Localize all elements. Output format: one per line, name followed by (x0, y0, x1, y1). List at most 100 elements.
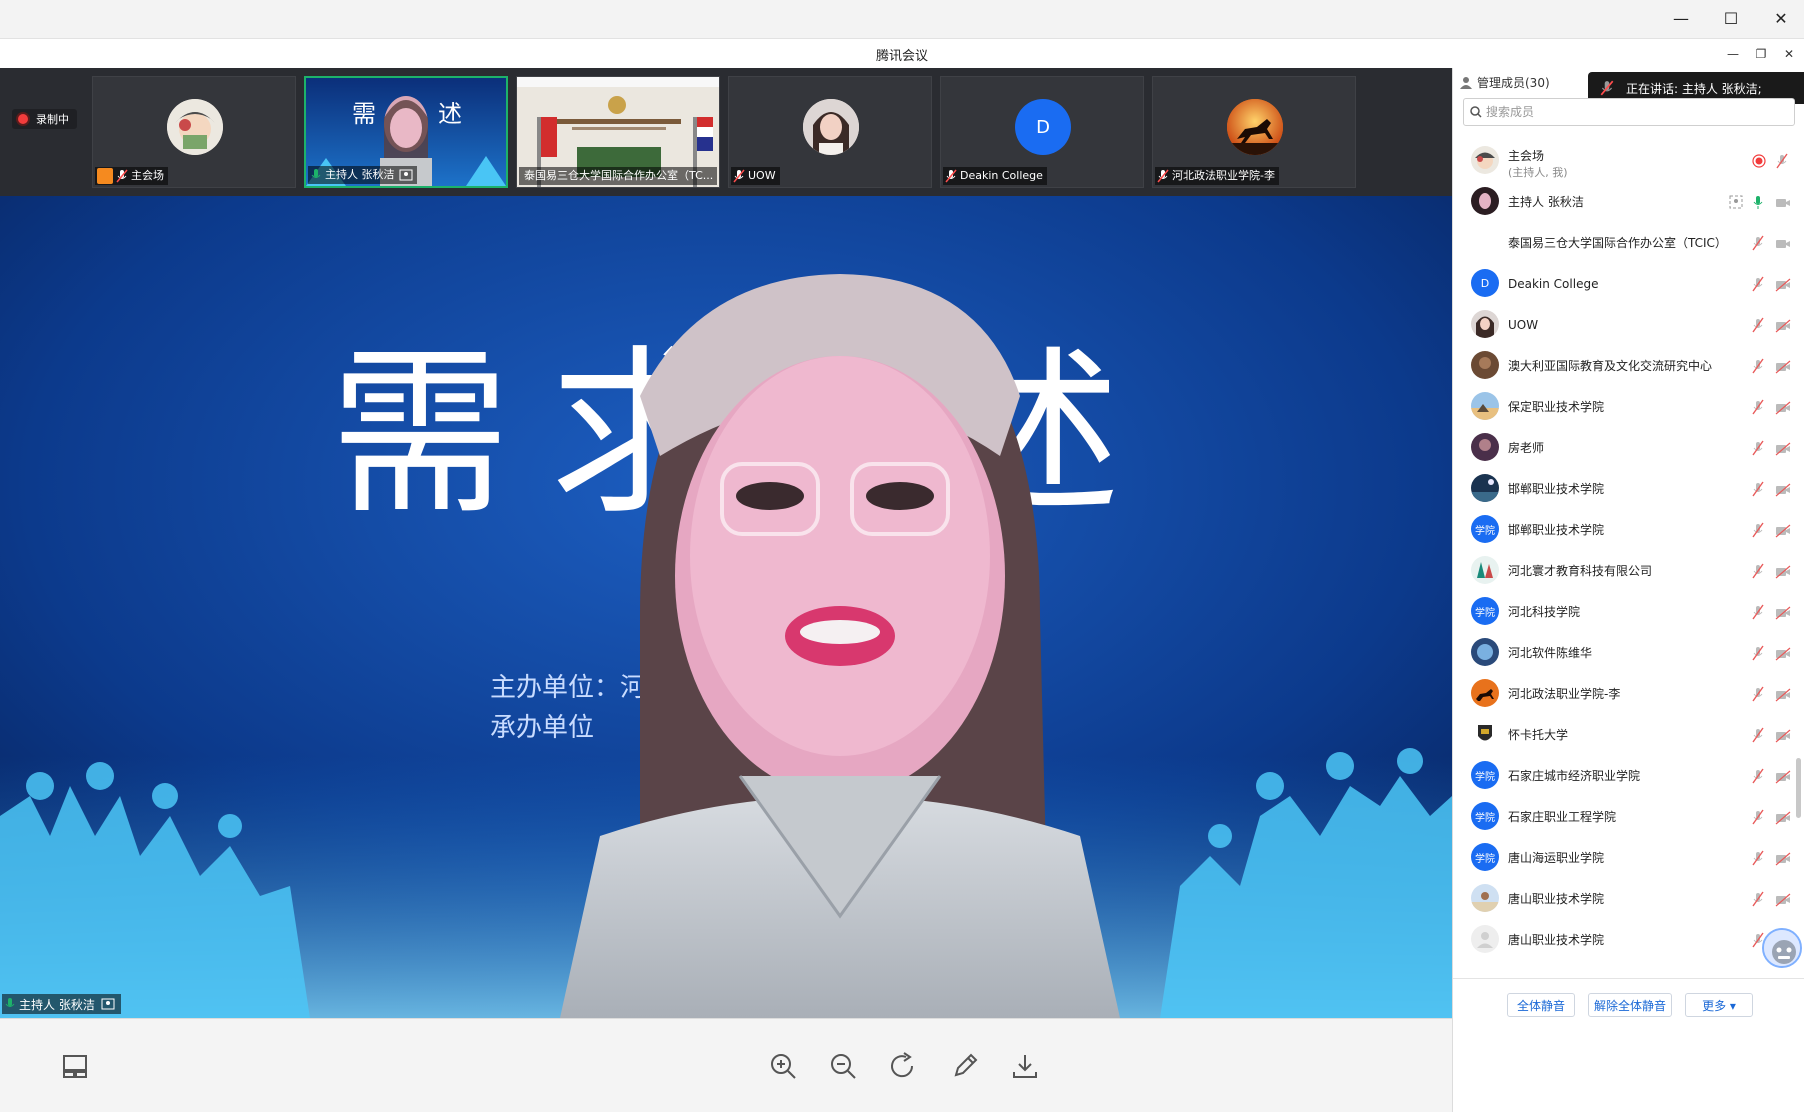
member-row[interactable]: 房老师 (1453, 427, 1804, 468)
floating-assistant-avatar[interactable] (1762, 928, 1802, 968)
member-row[interactable]: 唐山职业技术学院 (1453, 878, 1804, 919)
mic-muted-icon[interactable] (1751, 645, 1765, 661)
camera-off-icon[interactable] (1775, 810, 1791, 825)
member-row[interactable]: 学院 石家庄城市经济职业学院 (1453, 755, 1804, 796)
member-avatar (1471, 679, 1499, 707)
member-name: 唐山海运职业学院 (1508, 851, 1605, 865)
member-avatar (1471, 884, 1499, 912)
mic-muted-icon[interactable] (1751, 563, 1765, 579)
camera-off-icon[interactable] (1775, 728, 1791, 743)
camera-off-icon[interactable] (1775, 318, 1791, 333)
member-row[interactable]: 保定职业技术学院 (1453, 386, 1804, 427)
mic-muted-icon[interactable] (1751, 317, 1765, 333)
minimize-button[interactable]: — (1668, 6, 1694, 32)
mic-muted-icon[interactable] (1751, 235, 1765, 251)
member-row[interactable]: 河北软件陈维华 (1453, 632, 1804, 673)
mic-muted-icon[interactable] (1751, 276, 1765, 292)
unmute-all-button[interactable]: 解除全体静音 (1588, 993, 1672, 1017)
camera-icon[interactable] (1775, 236, 1791, 250)
mic-muted-icon[interactable] (1751, 399, 1765, 415)
member-row[interactable]: 主持人 张秋洁 (1453, 181, 1804, 222)
camera-off-icon[interactable] (1775, 441, 1791, 456)
member-row[interactable]: 河北政法职业学院-李 (1453, 673, 1804, 714)
mic-muted-icon[interactable] (1751, 440, 1765, 456)
mic-muted-icon[interactable] (1751, 686, 1765, 702)
participant-avatar (1227, 99, 1283, 155)
mic-muted-icon (116, 169, 128, 183)
recording-indicator[interactable]: 录制中 (12, 109, 77, 129)
camera-icon[interactable] (1775, 195, 1791, 209)
camera-off-icon[interactable] (1775, 687, 1791, 702)
member-row[interactable]: D Deakin College (1453, 263, 1804, 304)
camera-off-icon[interactable] (1775, 851, 1791, 866)
member-row[interactable]: 邯郸职业技术学院 (1453, 468, 1804, 509)
app-minimize-button[interactable]: — (1724, 44, 1742, 64)
camera-off-icon[interactable] (1775, 605, 1791, 620)
main-video[interactable]: 需 求 述 主办单位：河 承办单位 主持人 张秋洁 (0, 196, 1452, 1018)
mute-all-button[interactable]: 全体静音 (1507, 993, 1575, 1017)
mic-muted-icon[interactable] (1751, 358, 1765, 374)
camera-off-icon[interactable] (1775, 523, 1791, 538)
video-thumbnail[interactable]: UOW (728, 76, 932, 188)
mic-muted-icon[interactable] (1751, 481, 1765, 497)
svg-text:述: 述 (438, 100, 462, 128)
member-row[interactable]: 唐山职业技术学院 (1453, 919, 1804, 960)
video-thumbnail[interactable]: 河北政法职业学院-李 (1152, 76, 1356, 188)
rotate-icon[interactable] (888, 1051, 918, 1081)
member-avatar: 学院 (1471, 843, 1499, 871)
member-row[interactable]: 学院 邯郸职业技术学院 (1453, 509, 1804, 550)
search-input[interactable] (1486, 105, 1776, 119)
camera-off-icon[interactable] (1775, 564, 1791, 579)
member-row[interactable]: 学院 河北科技学院 (1453, 591, 1804, 632)
mic-muted-icon[interactable] (1751, 809, 1765, 825)
member-row[interactable]: 学院 石家庄职业工程学院 (1453, 796, 1804, 837)
mic-muted-icon[interactable] (1775, 153, 1789, 169)
camera-off-icon[interactable] (1775, 482, 1791, 497)
camera-off-icon[interactable] (1775, 646, 1791, 661)
zoom-out-icon[interactable] (828, 1051, 858, 1081)
video-thumbnail[interactable]: D Deakin College (940, 76, 1144, 188)
video-thumbnail-active[interactable]: 需 述 主持人 张秋洁 (304, 76, 508, 188)
members-header: 管理成员(30) (1459, 74, 1550, 91)
layout-icon[interactable] (60, 1051, 90, 1081)
member-search[interactable] (1463, 98, 1795, 126)
member-row[interactable]: 泰国易三仓大学国际合作办公室（TCIC） (1453, 222, 1804, 263)
member-list-scrollbar[interactable] (1796, 758, 1801, 818)
video-thumbnail[interactable]: 主会场 (92, 76, 296, 188)
member-row[interactable]: 学院 唐山海运职业学院 (1453, 837, 1804, 878)
camera-off-icon[interactable] (1775, 359, 1791, 374)
camera-off-icon[interactable] (1775, 892, 1791, 907)
camera-off-icon[interactable] (1775, 400, 1791, 415)
screen-share-icon (399, 169, 412, 181)
close-button[interactable]: ✕ (1768, 6, 1794, 32)
member-row[interactable]: 河北寰才教育科技有限公司 (1453, 550, 1804, 591)
mic-active-icon (5, 998, 15, 1007)
camera-off-icon[interactable] (1775, 769, 1791, 784)
more-button[interactable]: 更多 ▾ (1685, 993, 1753, 1017)
members-title: 管理成员(30) (1477, 76, 1550, 90)
app-close-button[interactable]: ✕ (1780, 44, 1798, 64)
zoom-in-icon[interactable] (768, 1051, 798, 1081)
download-icon[interactable] (1010, 1051, 1040, 1081)
mic-muted-icon[interactable] (1751, 604, 1765, 620)
host-icon (97, 168, 113, 184)
camera-off-icon[interactable] (1775, 277, 1791, 292)
mic-active-icon[interactable] (1751, 194, 1765, 210)
speaker-caption: 主持人 张秋洁 (2, 994, 121, 1014)
recording-label: 录制中 (36, 113, 69, 126)
member-row[interactable]: 澳大利亚国际教育及文化交流研究中心 (1453, 345, 1804, 386)
mic-muted-icon[interactable] (1751, 891, 1765, 907)
member-row[interactable]: 怀卡托大学 (1453, 714, 1804, 755)
mic-muted-icon[interactable] (1751, 522, 1765, 538)
member-row[interactable]: UOW (1453, 304, 1804, 345)
member-name: 河北政法职业学院-李 (1508, 687, 1621, 701)
member-row[interactable]: 主会场 (主持人, 我) (1453, 140, 1804, 181)
mic-muted-icon[interactable] (1751, 850, 1765, 866)
mic-muted-icon[interactable] (1751, 727, 1765, 743)
mic-muted-icon[interactable] (1751, 768, 1765, 784)
app-restore-button[interactable]: ❐ (1752, 44, 1770, 64)
participant-avatar-letter: D (1015, 99, 1071, 155)
video-thumbnail[interactable]: 泰国易三仓大学国际合作办公室（TC... (516, 76, 720, 188)
maximize-button[interactable]: ☐ (1718, 6, 1744, 32)
annotate-pen-icon[interactable] (950, 1051, 980, 1081)
